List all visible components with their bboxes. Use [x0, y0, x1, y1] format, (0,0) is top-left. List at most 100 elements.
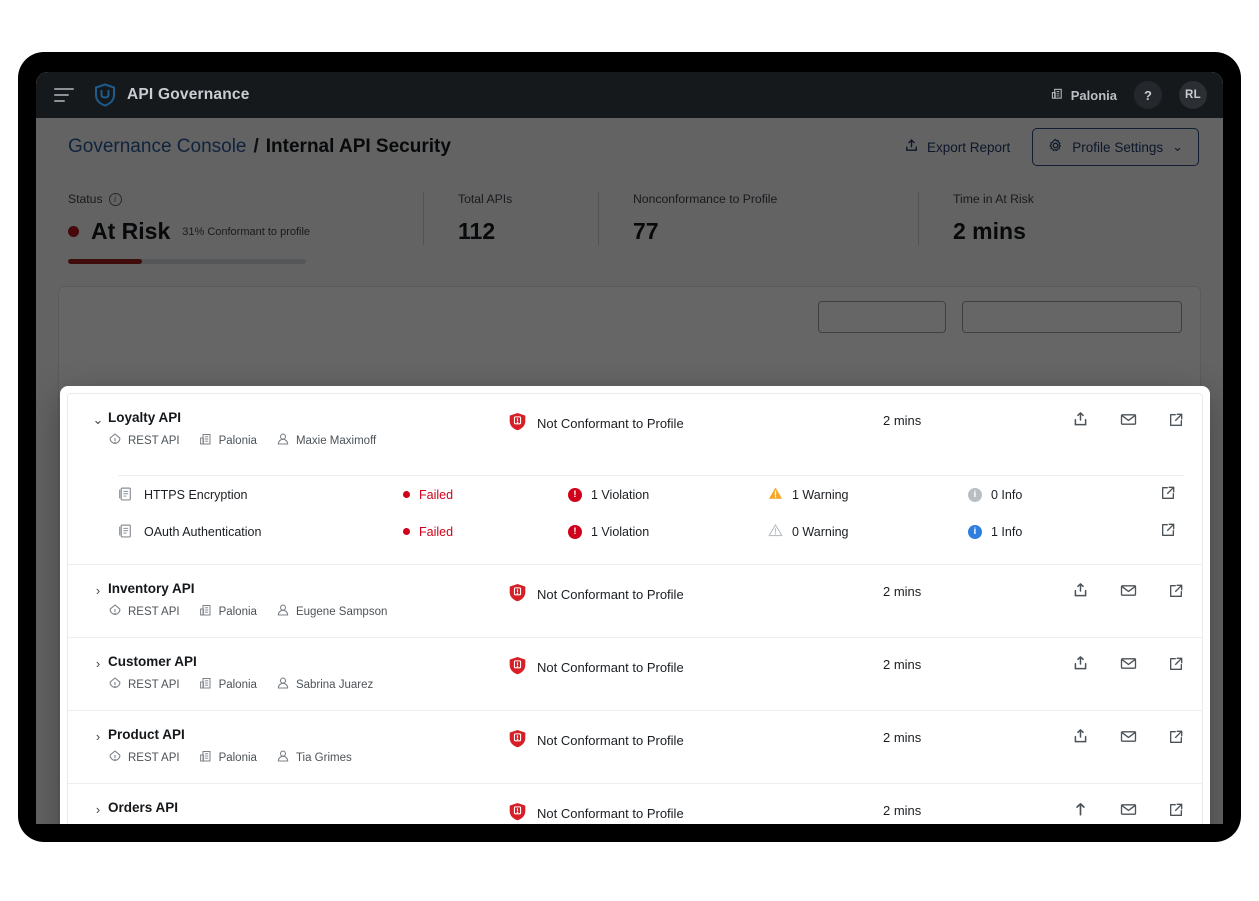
external-link-icon [1168, 802, 1184, 823]
external-link-icon [1168, 656, 1184, 677]
mail-action-button[interactable] [1120, 582, 1137, 604]
row-actions [1072, 727, 1184, 750]
stat-total-apis-value: 112 [458, 218, 496, 244]
summary-stats: Status i At Risk 31% Conformant to profi… [36, 176, 1223, 286]
warning-count-cell: 0 Warning [768, 523, 968, 541]
app-screen: API Governance Palonia ? RL Governance C… [36, 72, 1223, 824]
search-input[interactable] [962, 301, 1182, 333]
api-meta-label: Tia Grimes [295, 751, 352, 764]
policy-check-row[interactable]: HTTPS Encryption Failed ! 1 Violation 1 … [88, 476, 1184, 513]
gear-icon [1048, 138, 1063, 156]
warning-count-label: 0 Warning [792, 524, 849, 539]
shield-alert-icon [508, 583, 527, 605]
info-count-cell: i 0 Info [968, 487, 1153, 502]
avatar[interactable]: RL [1179, 81, 1207, 109]
user-icon [276, 676, 290, 693]
profile-settings-button[interactable]: Profile Settings ⌄ [1032, 128, 1199, 166]
api-info: Inventory API REST API Palonia Eugene Sa… [108, 581, 508, 620]
api-meta-label: Palonia [218, 434, 257, 447]
mail-action-button[interactable] [1120, 411, 1137, 433]
stat-total-apis: Total APIs 112 [423, 192, 598, 245]
api-row[interactable]: › Product API REST API Palonia Tia Grime… [68, 710, 1202, 783]
stat-nonconformance-label: Nonconformance to Profile [633, 192, 778, 206]
row-expand-caret[interactable]: › [88, 800, 108, 817]
external-link-action-button[interactable] [1168, 656, 1184, 677]
policy-check-open-link[interactable] [1160, 485, 1184, 504]
breadcrumb-parent-link[interactable]: Governance Console [68, 136, 247, 158]
mail-action-button[interactable] [1120, 801, 1137, 823]
violation-icon: ! [568, 524, 582, 539]
external-link-action-button[interactable] [1168, 729, 1184, 750]
mail-action-button[interactable] [1120, 655, 1137, 677]
policy-check-result: Failed [403, 488, 568, 502]
time-in-state: 2 mins [883, 584, 922, 599]
row-expand-caret[interactable]: › [88, 581, 108, 598]
organization-icon [199, 432, 213, 449]
api-meta-label: Palonia [218, 678, 257, 691]
row-expand-caret[interactable]: ⌄ [88, 410, 108, 428]
external-link-action-button[interactable] [1168, 802, 1184, 823]
shield-alert-icon [508, 802, 527, 824]
share-action-button[interactable] [1072, 411, 1089, 433]
warning-count-label: 1 Warning [792, 487, 849, 502]
api-meta-label: Sabrina Juarez [295, 678, 374, 691]
shield-logo-icon [94, 83, 116, 107]
time-in-state: 2 mins [883, 413, 922, 428]
external-link-action-button[interactable] [1168, 412, 1184, 433]
share-action-button[interactable] [1072, 655, 1089, 677]
row-actions [1072, 654, 1184, 677]
mail-action-button[interactable] [1120, 728, 1137, 750]
organization-icon [199, 603, 213, 620]
policy-check-list: HTTPS Encryption Failed ! 1 Violation 1 … [68, 467, 1202, 564]
share-action-button[interactable] [1072, 582, 1089, 604]
breadcrumb: Governance Console / Internal API Securi… [68, 136, 451, 158]
shield-alert-icon [508, 656, 527, 678]
policy-check-result-label: Failed [419, 487, 454, 502]
share-icon [1072, 728, 1089, 750]
policy-check-row[interactable]: OAuth Authentication Failed ! 1 Violatio… [88, 513, 1184, 550]
export-report-button[interactable]: Export Report [904, 138, 1010, 156]
api-row[interactable]: › Orders API Not Conformant to Profile 2… [68, 783, 1202, 824]
api-meta-label: Palonia [218, 605, 257, 618]
mail-icon [1120, 582, 1137, 604]
app-top-bar: API Governance Palonia ? RL [36, 72, 1223, 118]
organization-icon [199, 749, 213, 766]
api-meta-item: REST API [108, 749, 180, 766]
status-value-row: At Risk 31% Conformant to profile [68, 218, 393, 245]
info-icon[interactable]: i [108, 192, 122, 206]
failed-status-dot [403, 491, 410, 498]
upload-arrow-action-button[interactable] [1072, 801, 1089, 823]
filter-select[interactable] [818, 301, 946, 333]
time-in-state: 2 mins [883, 730, 922, 745]
external-link-action-button[interactable] [1168, 583, 1184, 604]
external-link-icon [1168, 729, 1184, 750]
page-title: Internal API Security [265, 136, 451, 157]
api-name: Inventory API [108, 581, 195, 596]
conformance-label: Not Conformant to Profile [537, 586, 684, 602]
external-link-icon [1168, 412, 1184, 433]
conformance-status: Not Conformant to Profile [508, 727, 883, 751]
api-meta: REST API Palonia Tia Grimes [108, 749, 508, 766]
policy-check-open-link[interactable] [1160, 522, 1184, 541]
api-meta: REST API Palonia Maxie Maximoff [108, 432, 508, 449]
help-button[interactable]: ? [1134, 81, 1162, 109]
api-meta-label: Palonia [218, 751, 257, 764]
page-actions: Export Report Profile Settings ⌄ [904, 128, 1199, 166]
row-expand-caret[interactable]: › [88, 727, 108, 744]
api-info: Customer API REST API Palonia Sabrina Ju… [108, 654, 508, 693]
api-row[interactable]: › Customer API REST API Palonia Sabrina … [68, 637, 1202, 710]
policy-doc-icon [118, 486, 133, 504]
api-row[interactable]: ⌄ Loyalty API REST API Palonia Maxie Max… [68, 394, 1202, 467]
api-row[interactable]: › Inventory API REST API Palonia Eugene … [68, 564, 1202, 637]
time-in-state: 2 mins [883, 657, 922, 672]
api-meta-label: REST API [128, 751, 180, 764]
organization-chip[interactable]: Palonia [1051, 87, 1117, 103]
breadcrumb-separator: / [253, 136, 259, 157]
share-action-button[interactable] [1072, 728, 1089, 750]
violation-icon: ! [568, 487, 582, 502]
stat-total-apis-label: Total APIs [458, 192, 513, 206]
row-expand-caret[interactable]: › [88, 654, 108, 671]
api-info: Orders API [108, 800, 508, 815]
hamburger-icon[interactable] [54, 88, 74, 102]
api-meta-label: REST API [128, 678, 180, 691]
